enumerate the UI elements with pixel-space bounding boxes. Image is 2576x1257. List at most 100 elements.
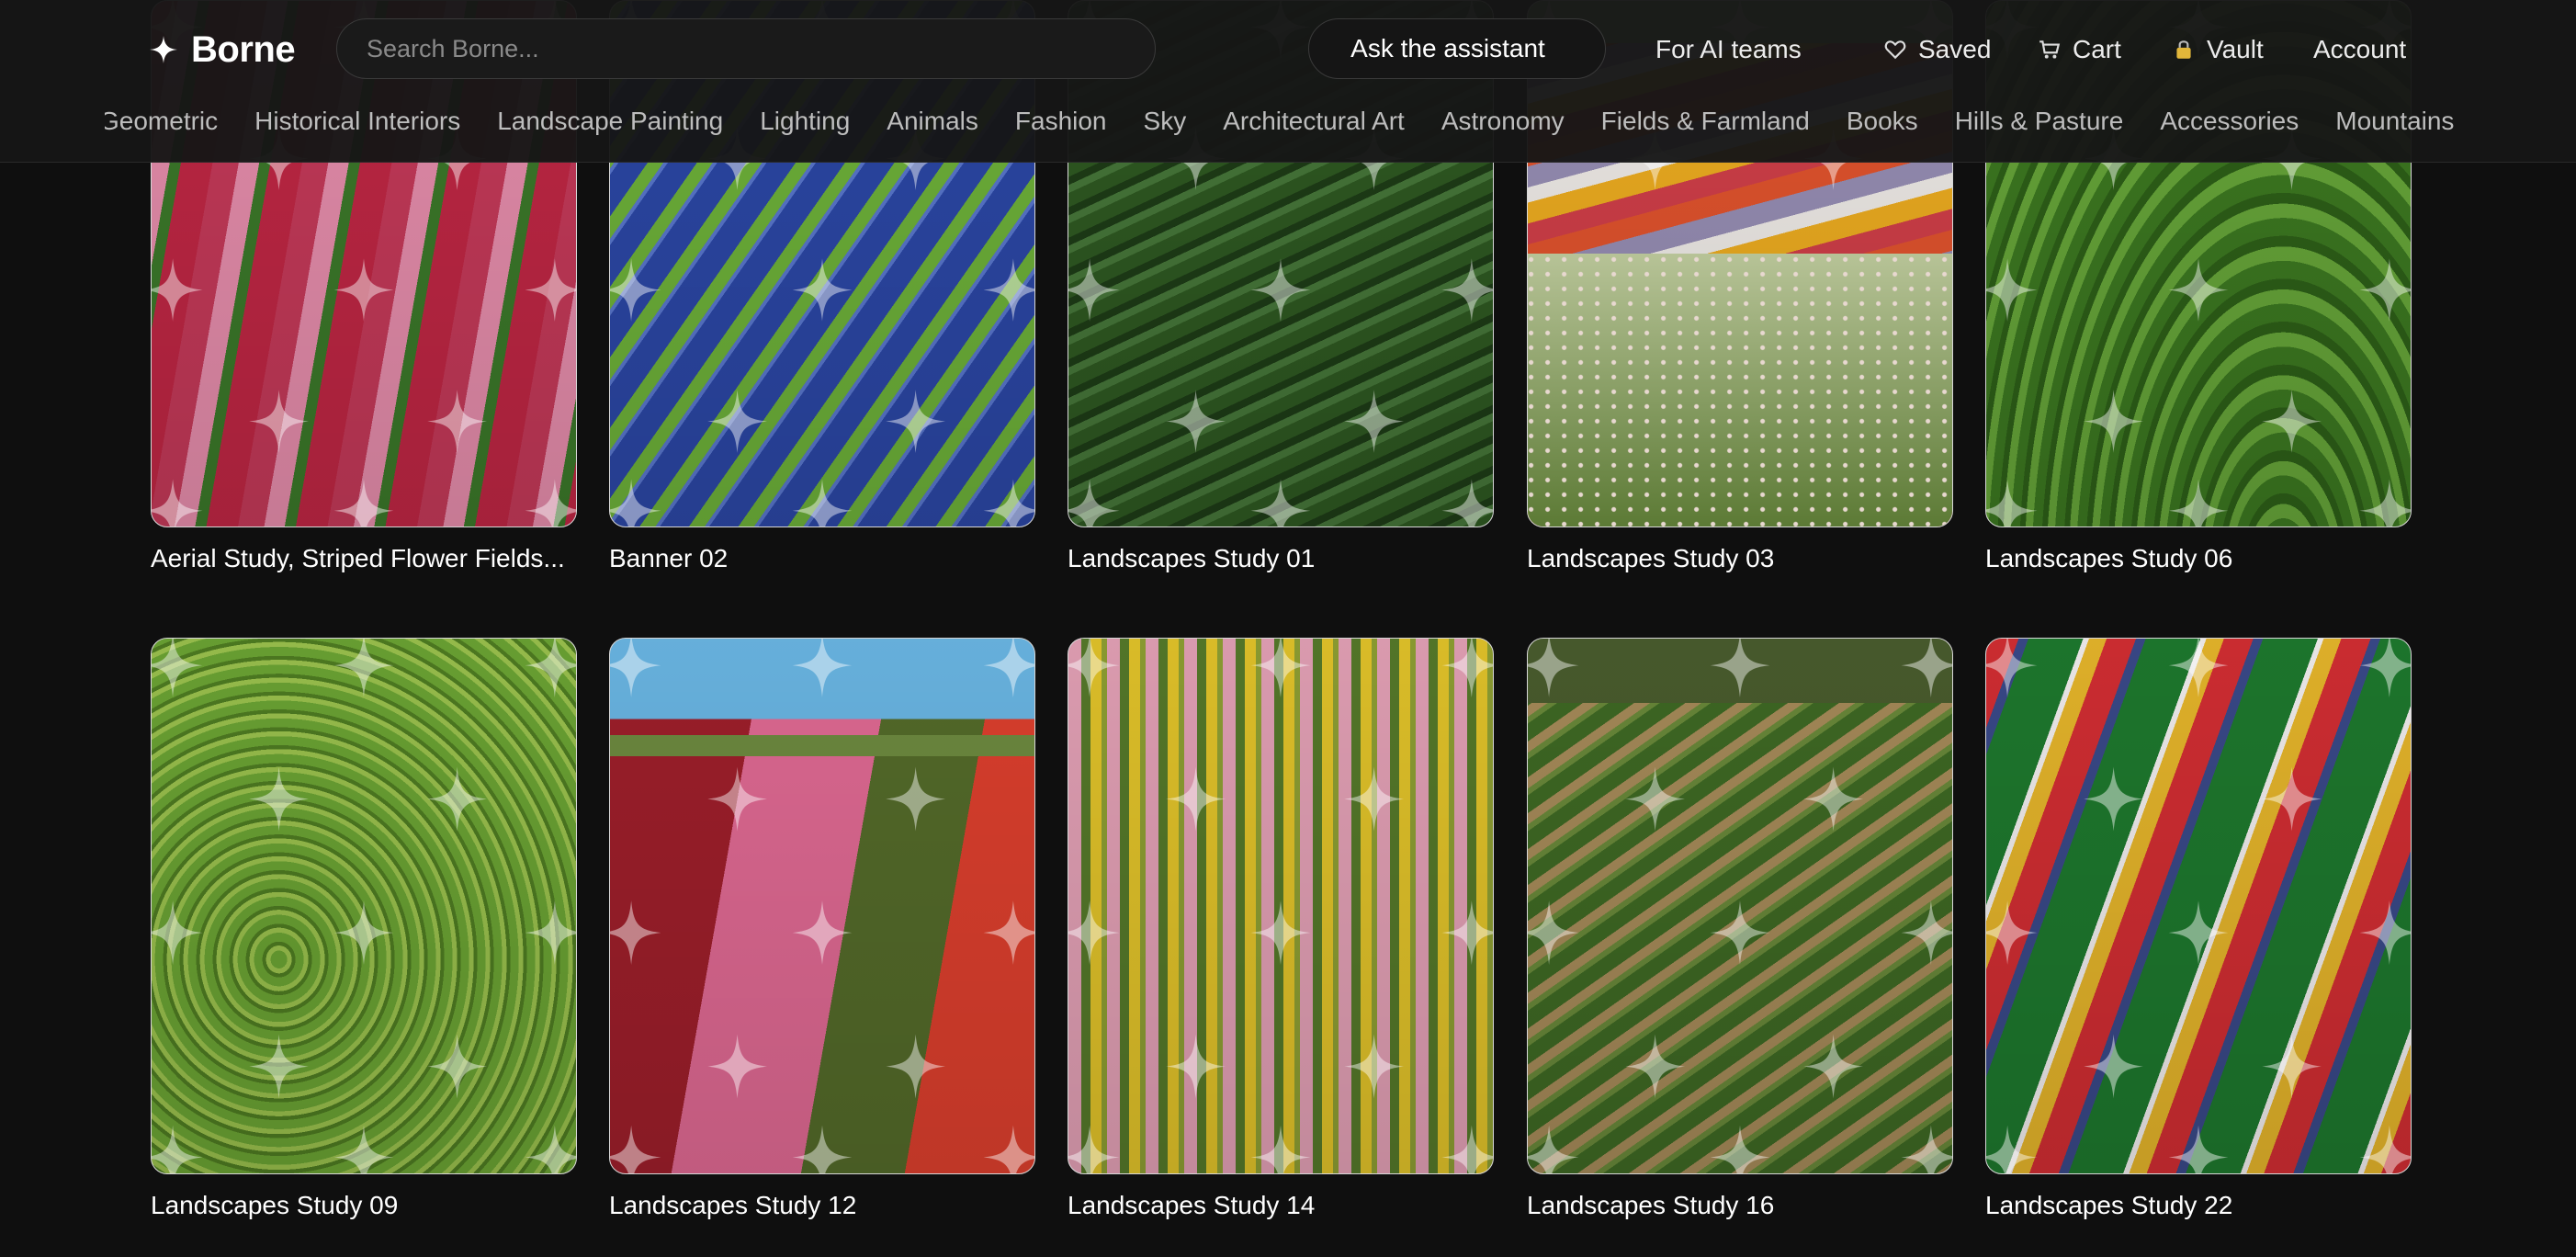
- brand-logo[interactable]: Borne: [149, 26, 296, 74]
- artwork-title[interactable]: Landscapes Study 16: [1527, 1191, 1959, 1220]
- category-tab[interactable]: Geometric: [105, 101, 218, 142]
- artwork-title[interactable]: Landscapes Study 14: [1068, 1191, 1499, 1220]
- artwork-title[interactable]: Landscapes Study 01: [1068, 544, 1499, 573]
- brand-name: Borne: [191, 28, 296, 70]
- sparkle-watermark-icon: [1710, 1125, 1770, 1173]
- sparkle-watermark-icon: [2262, 390, 2322, 453]
- sparkle-watermark-icon: [152, 900, 203, 966]
- sparkle-watermark-icon: [792, 1125, 853, 1173]
- sparkle-watermark-icon: [1528, 1125, 1579, 1173]
- sparkle-watermark-icon: [525, 639, 576, 698]
- sparkle-watermark-icon: [152, 639, 203, 698]
- category-tab[interactable]: Astronomy: [1441, 101, 1565, 142]
- artwork-title[interactable]: Aerial Study, Striped Flower Fields...: [151, 544, 582, 573]
- category-tab[interactable]: Historical Interiors: [254, 101, 460, 142]
- sparkle-watermark-icon: [1625, 766, 1685, 832]
- sparkle-watermark-icon: [1986, 639, 2038, 698]
- saved-label: Saved: [1918, 35, 1992, 63]
- sparkle-watermark-icon: [610, 639, 661, 698]
- sparkle-watermark-icon: [1441, 1125, 1493, 1173]
- sparkle-watermark-icon: [1250, 900, 1311, 966]
- sparkle-watermark-icon: [610, 258, 661, 322]
- sparkle-watermark-icon: [1250, 639, 1311, 698]
- artwork-title[interactable]: Landscapes Study 03: [1527, 544, 1959, 573]
- search-input[interactable]: [365, 33, 1122, 64]
- sparkle-watermark-icon: [333, 639, 394, 698]
- sparkle-watermark-icon: [1441, 258, 1493, 322]
- sparkle-watermark-icon: [610, 479, 661, 527]
- sparkle-watermark-icon: [2359, 258, 2411, 322]
- sparkle-watermark-icon: [1441, 639, 1493, 698]
- sparkle-watermark-icon: [152, 1125, 203, 1173]
- sparkle-watermark-icon: [1068, 258, 1120, 322]
- sparkle-watermark-icon: [2359, 900, 2411, 966]
- sparkle-watermark-icon: [1901, 900, 1952, 966]
- ai-teams-link[interactable]: For AI teams: [1655, 31, 1802, 68]
- sparkle-watermark-icon: [610, 900, 661, 966]
- sparkle-watermark-icon: [1901, 639, 1952, 698]
- search-bar[interactable]: [336, 18, 1156, 79]
- sparkle-watermark-icon: [983, 1125, 1034, 1173]
- artwork-thumbnail[interactable]: [609, 638, 1035, 1174]
- sparkle-watermark-icon: [333, 900, 394, 966]
- artwork-thumbnail[interactable]: [1068, 638, 1494, 1174]
- category-tab[interactable]: Lighting: [760, 101, 850, 142]
- cart-link[interactable]: Cart: [2038, 31, 2121, 68]
- sparkle-watermark-icon: [1344, 1034, 1404, 1099]
- sparkle-watermark-icon: [1710, 900, 1770, 966]
- category-tab[interactable]: Fields & Farmland: [1601, 101, 1810, 142]
- sparkle-watermark-icon: [1901, 258, 1952, 322]
- sparkle-watermark-icon: [2084, 390, 2143, 453]
- sparkle-watermark-icon: [983, 900, 1034, 966]
- artwork-thumbnail[interactable]: [1527, 638, 1953, 1174]
- sparkle-watermark-icon: [1710, 479, 1770, 527]
- sparkle-watermark-icon: [2168, 1125, 2229, 1173]
- watermark-overlay: [610, 639, 1034, 1173]
- category-tab[interactable]: Books: [1847, 101, 1918, 142]
- category-tab[interactable]: Architectural Art: [1223, 101, 1405, 142]
- sparkle-watermark-icon: [1986, 1125, 2038, 1173]
- category-tab[interactable]: Fashion: [1015, 101, 1107, 142]
- sparkle-watermark-icon: [1710, 258, 1770, 322]
- category-tab[interactable]: Animals: [887, 101, 978, 142]
- sparkle-watermark-icon: [1986, 900, 2038, 966]
- vault-link[interactable]: Vault: [2172, 31, 2264, 68]
- category-tab[interactable]: Mountains: [2335, 101, 2454, 142]
- sparkle-watermark-icon: [1528, 639, 1579, 698]
- category-tab[interactable]: Hills & Pasture: [1955, 101, 2124, 142]
- sparkle-watermark-icon: [2084, 1034, 2143, 1099]
- sparkle-watermark-icon: [152, 479, 203, 527]
- sparkle-watermark-icon: [152, 258, 203, 322]
- artwork-title[interactable]: Landscapes Study 12: [609, 1191, 1041, 1220]
- sparkle-watermark-icon: [792, 639, 853, 698]
- saved-link[interactable]: Saved: [1883, 31, 1991, 68]
- account-link[interactable]: Account: [2313, 31, 2406, 68]
- sparkle-watermark-icon: [983, 639, 1034, 698]
- sparkle-watermark-icon: [1803, 390, 1863, 453]
- ask-assistant-button[interactable]: Ask the assistant: [1308, 18, 1606, 79]
- sparkle-watermark-icon: [707, 390, 767, 453]
- sparkle-watermark-icon: [1344, 390, 1404, 453]
- sparkle-watermark-icon: [886, 1034, 945, 1099]
- artwork-title[interactable]: Landscapes Study 22: [1985, 1191, 2417, 1220]
- sparkle-watermark-icon: [2262, 766, 2322, 832]
- artwork-thumbnail[interactable]: [151, 638, 577, 1174]
- category-tab[interactable]: Accessories: [2160, 101, 2299, 142]
- artwork-title[interactable]: Landscapes Study 09: [151, 1191, 582, 1220]
- artwork-title[interactable]: Landscapes Study 06: [1985, 544, 2417, 573]
- sparkle-watermark-icon: [525, 258, 576, 322]
- artwork-thumbnail[interactable]: [1985, 638, 2412, 1174]
- category-tab[interactable]: Landscape Painting: [497, 101, 723, 142]
- cart-icon: [2039, 40, 2061, 59]
- sparkle-watermark-icon: [1986, 258, 2038, 322]
- artwork-title[interactable]: Banner 02: [609, 544, 1041, 573]
- sparkle-watermark-icon: [333, 1125, 394, 1173]
- sparkle-watermark-icon: [1068, 1125, 1120, 1173]
- category-tab[interactable]: Sky: [1144, 101, 1187, 142]
- sparkle-watermark-icon: [249, 1034, 309, 1099]
- sparkle-watermark-icon: [1528, 479, 1579, 527]
- sparkle-watermark-icon: [1901, 479, 1952, 527]
- category-bar: Geometric Historical Interiors Landscape P…: [105, 101, 2462, 142]
- sparkle-watermark-icon: [792, 479, 853, 527]
- sparkle-watermark-icon: [249, 766, 309, 832]
